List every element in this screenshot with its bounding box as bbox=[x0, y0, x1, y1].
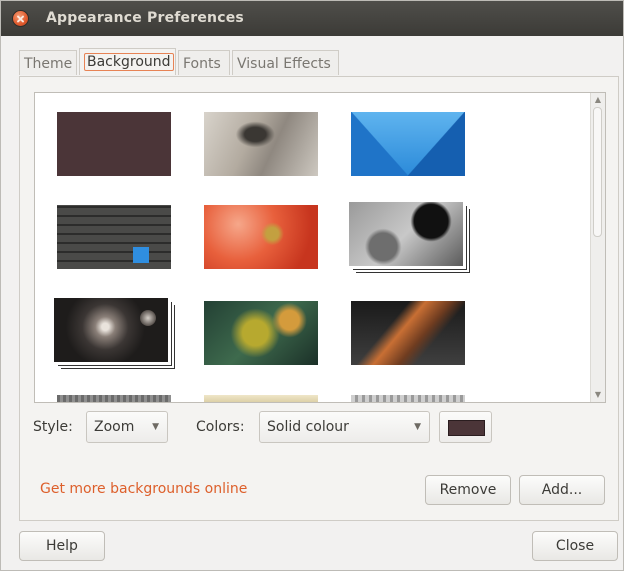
help-button[interactable]: Help bbox=[19, 531, 105, 561]
scroll-down-arrow-icon[interactable]: ▼ bbox=[594, 391, 602, 399]
vertical-scrollbar[interactable]: ▲ ▼ bbox=[590, 93, 605, 402]
tab-visual-effects-label: Visual Effects bbox=[237, 56, 331, 72]
title-bar: Appearance Preferences bbox=[1, 1, 623, 36]
wallpaper-thumbnail-snail[interactable] bbox=[204, 112, 318, 176]
color-swatch bbox=[448, 420, 485, 436]
background-tab-panel: ▲ ▼ Style: Zoom ▼ Colors: Solid colour ▼… bbox=[19, 76, 619, 521]
tab-theme[interactable]: Theme bbox=[19, 50, 77, 75]
remove-button[interactable]: Remove bbox=[425, 475, 511, 505]
chevron-down-icon: ▼ bbox=[152, 422, 159, 432]
style-combo-value: Zoom bbox=[94, 419, 135, 435]
wallpaper-thumbnail-wood-planks[interactable] bbox=[57, 205, 171, 269]
color-picker-button[interactable] bbox=[439, 411, 492, 443]
tab-fonts-label: Fonts bbox=[183, 56, 221, 72]
wallpaper-thumbnail-blue-peak[interactable] bbox=[351, 112, 465, 176]
wallpaper-thumbnail-gray-water-drop[interactable] bbox=[349, 202, 463, 266]
tab-visual-effects[interactable]: Visual Effects bbox=[232, 50, 339, 75]
get-more-backgrounds-link[interactable]: Get more backgrounds online bbox=[40, 481, 247, 497]
wallpaper-thumbnail-white-texture[interactable] bbox=[351, 395, 465, 402]
colors-combo-value: Solid colour bbox=[267, 419, 349, 435]
add-button[interactable]: Add... bbox=[519, 475, 605, 505]
style-combo[interactable]: Zoom ▼ bbox=[86, 411, 168, 443]
tab-theme-label: Theme bbox=[24, 56, 73, 72]
tab-background[interactable]: Background bbox=[79, 48, 176, 75]
colors-label: Colors: bbox=[196, 419, 245, 435]
window-close-icon[interactable] bbox=[13, 11, 28, 26]
close-button[interactable]: Close bbox=[532, 531, 618, 561]
wallpaper-thumbnail-gray-texture[interactable] bbox=[57, 395, 171, 402]
style-label: Style: bbox=[33, 419, 73, 435]
appearance-preferences-window: Appearance Preferences Theme Background … bbox=[0, 0, 624, 571]
wallpaper-thumbnail-green-leaf[interactable] bbox=[204, 301, 318, 365]
scrollbar-thumb[interactable] bbox=[593, 107, 602, 237]
tab-fonts[interactable]: Fonts bbox=[178, 50, 230, 75]
wallpaper-thumbnail-orange-feather[interactable] bbox=[351, 301, 465, 365]
window-title: Appearance Preferences bbox=[46, 10, 244, 26]
colors-combo[interactable]: Solid colour ▼ bbox=[259, 411, 430, 443]
wallpaper-thumbnail-spiral-galaxy[interactable] bbox=[54, 298, 168, 362]
wallpaper-icon-view[interactable]: ▲ ▼ bbox=[34, 92, 606, 403]
wallpaper-thumbnail-solid-colour[interactable] bbox=[57, 112, 171, 176]
wallpaper-thumbnail-red-flower[interactable] bbox=[204, 205, 318, 269]
scroll-up-arrow-icon[interactable]: ▲ bbox=[594, 96, 602, 104]
wallpaper-thumbnail-cream-texture[interactable] bbox=[204, 395, 318, 402]
tab-background-label: Background bbox=[84, 53, 174, 71]
chevron-down-icon: ▼ bbox=[414, 422, 421, 432]
